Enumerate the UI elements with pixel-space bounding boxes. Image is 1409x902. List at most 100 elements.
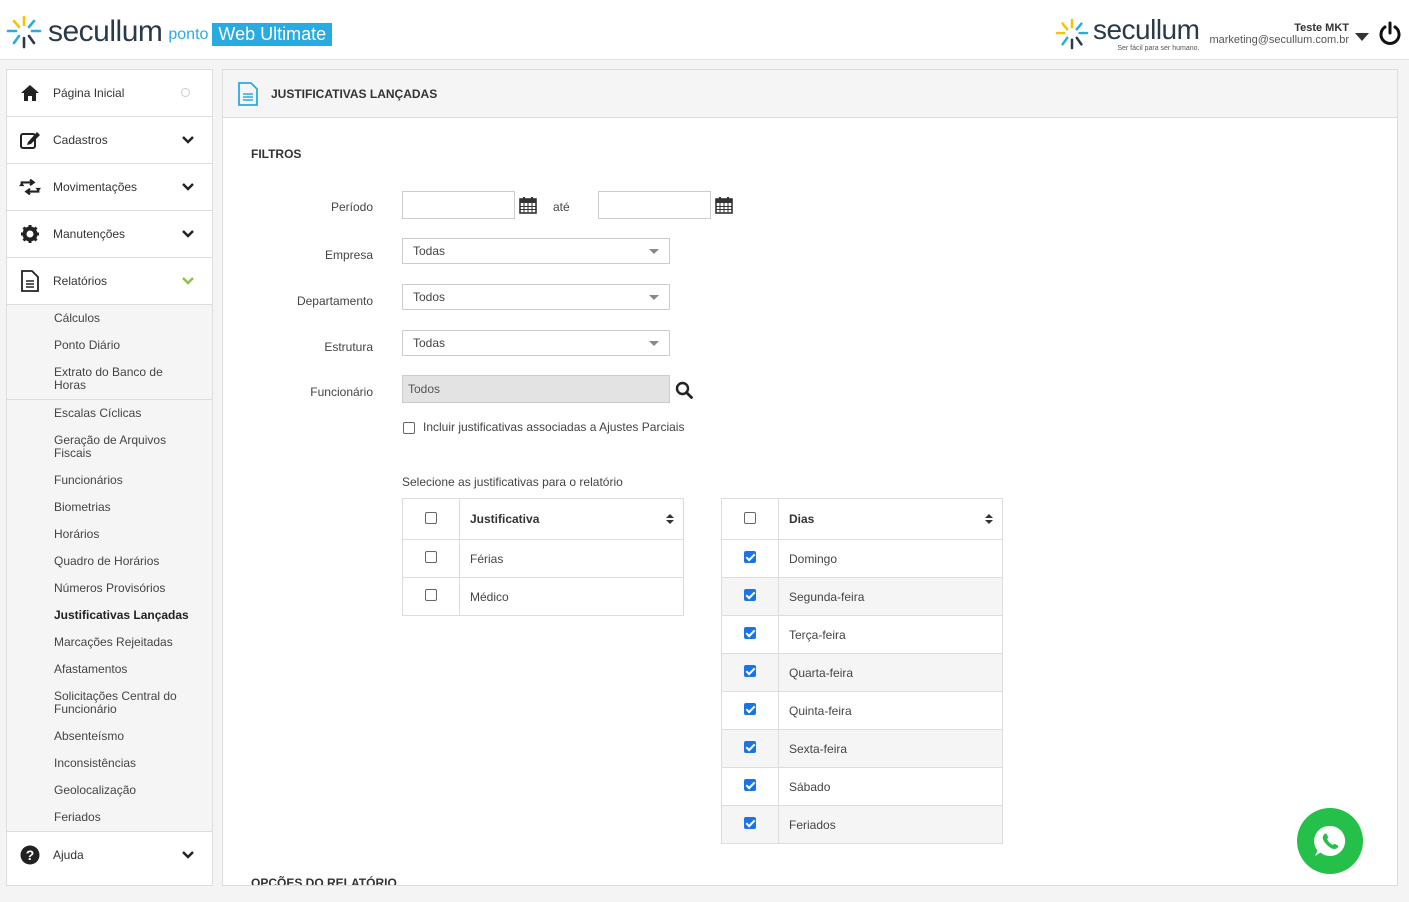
brand-name: secullum xyxy=(48,15,163,48)
justification-name: Médico xyxy=(459,577,684,616)
reports-submenu: Cálculos Ponto Diário Extrato do Banco d… xyxy=(7,305,212,831)
sidebar-item-label: Manutenções xyxy=(53,227,126,241)
column-header-dias[interactable]: Dias xyxy=(778,498,1003,540)
sidebar-item-ajuda[interactable]: ? Ajuda xyxy=(7,831,212,878)
row-checkbox[interactable] xyxy=(744,779,756,791)
select-all-justifications-checkbox[interactable] xyxy=(425,511,437,524)
sidebar-subitem-justificativas-lancadas[interactable]: Justificativas Lançadas xyxy=(7,602,212,629)
calendar-icon[interactable] xyxy=(715,196,733,214)
filters-title: FILTROS xyxy=(251,147,302,161)
sidebar-subitem-solicitacoes-central[interactable]: Solicitações Central do Funcionário xyxy=(7,683,177,723)
department-select[interactable]: Todos xyxy=(402,284,670,310)
sidebar-subitem-ponto-diario[interactable]: Ponto Diário xyxy=(7,332,212,359)
document-icon xyxy=(238,81,258,106)
sidebar-item-label: Ajuda xyxy=(53,848,84,862)
whatsapp-icon xyxy=(1314,825,1346,856)
user-email: marketing@secullum.com.br xyxy=(1209,34,1349,46)
table-row[interactable]: Feriados xyxy=(721,805,1003,844)
chevron-down-icon xyxy=(182,183,194,191)
select-all-days-checkbox[interactable] xyxy=(744,511,756,524)
whatsapp-button[interactable] xyxy=(1297,808,1363,874)
sidebar-item-home[interactable]: Página Inicial xyxy=(7,70,212,117)
sidebar-subitem-geracao-arquivos-fiscais[interactable]: Geração de Arquivos Fiscais xyxy=(7,427,177,467)
table-row[interactable]: Quarta-feira xyxy=(721,653,1003,692)
report-options-title: OPÇÕES DO RELATÓRIO xyxy=(251,876,397,886)
pin-icon[interactable] xyxy=(181,88,190,97)
select-all-cell xyxy=(402,498,460,540)
table-row[interactable]: Sexta-feira xyxy=(721,729,1003,768)
app-logo[interactable]: secullum ponto Web Ultimate xyxy=(6,14,333,50)
sidebar-subitem-escalas-ciclicas[interactable]: Escalas Cíclicas xyxy=(7,400,212,427)
table-row[interactable]: Sábado xyxy=(721,767,1003,806)
sort-icon[interactable] xyxy=(665,513,675,525)
product-name: ponto xyxy=(168,26,209,43)
sidebar-item-label: Movimentações xyxy=(53,180,138,194)
sidebar-subitem-funcionarios[interactable]: Funcionários xyxy=(7,467,212,494)
document-icon xyxy=(19,270,41,292)
period-start-input[interactable] xyxy=(402,191,515,219)
sidebar-subitem-afastamentos[interactable]: Afastamentos xyxy=(7,656,212,683)
row-checkbox[interactable] xyxy=(744,551,756,563)
row-checkbox[interactable] xyxy=(744,627,756,639)
row-checkbox[interactable] xyxy=(425,551,437,563)
sidebar-subitem-inconsistencias[interactable]: Inconsistências xyxy=(7,750,212,777)
period-end-input[interactable] xyxy=(598,191,711,219)
row-checkbox[interactable] xyxy=(425,589,437,601)
sidebar-subitem-quadro-horarios[interactable]: Quadro de Horários xyxy=(7,548,212,575)
days-table: Dias Domingo Segunda-feira Terça-feira Q… xyxy=(721,498,1003,844)
sidebar-item-manutencoes[interactable]: Manutenções xyxy=(7,211,212,258)
sidebar-item-movimentacoes[interactable]: Movimentações xyxy=(7,164,212,211)
structure-select[interactable]: Todas xyxy=(402,330,670,356)
sidebar-subitem-numeros-provisorios[interactable]: Números Provisórios xyxy=(7,575,212,602)
sidebar-subitem-biometrias[interactable]: Biometrias xyxy=(7,494,212,521)
page-title: JUSTIFICATIVAS LANÇADAS xyxy=(271,86,438,101)
home-icon xyxy=(19,82,41,104)
sidebar-subitem-extrato-banco-horas[interactable]: Extrato do Banco de Horas xyxy=(7,359,177,399)
dropdown-arrow-icon xyxy=(649,249,659,254)
gear-icon xyxy=(19,223,41,245)
table-row[interactable]: Férias xyxy=(402,539,684,578)
include-partial-checkbox[interactable] xyxy=(403,422,415,434)
row-checkbox[interactable] xyxy=(744,665,756,677)
search-icon[interactable] xyxy=(675,381,693,399)
sidebar-subitem-feriados[interactable]: Feriados xyxy=(7,804,212,831)
column-header-label: Dias xyxy=(789,512,815,526)
header-right: secullum Ser fácil para ser humano. Test… xyxy=(1055,14,1403,54)
sidebar-subitem-horarios[interactable]: Horários xyxy=(7,521,212,548)
table-row[interactable]: Domingo xyxy=(721,539,1003,578)
company-slogan: Ser fácil para ser humano. xyxy=(1117,45,1200,52)
sidebar-subitem-absenteismo[interactable]: Absenteísmo xyxy=(7,723,212,750)
table-row[interactable]: Médico xyxy=(402,577,684,616)
day-name: Feriados xyxy=(778,805,1003,844)
structure-label: Estrutura xyxy=(324,340,373,354)
period-label: Período xyxy=(330,200,373,214)
sort-icon[interactable] xyxy=(984,513,994,525)
user-info[interactable]: Teste MKT marketing@secullum.com.br xyxy=(1209,22,1349,46)
table-row[interactable]: Quinta-feira xyxy=(721,691,1003,730)
svg-text:?: ? xyxy=(26,847,35,863)
calendar-icon[interactable] xyxy=(519,196,537,214)
sidebar-subitem-calculos[interactable]: Cálculos xyxy=(7,305,212,332)
day-name: Sexta-feira xyxy=(778,729,1003,768)
row-checkbox[interactable] xyxy=(744,703,756,715)
include-partial-label: Incluir justificativas associadas a Ajus… xyxy=(423,420,685,434)
company-label: Empresa xyxy=(324,248,373,262)
chevron-down-icon xyxy=(182,136,194,144)
sidebar-item-relatorios[interactable]: Relatórios xyxy=(7,258,212,305)
power-icon[interactable] xyxy=(1377,21,1403,47)
row-checkbox[interactable] xyxy=(744,589,756,601)
company-select[interactable]: Todas xyxy=(402,238,670,264)
table-row[interactable]: Segunda-feira xyxy=(721,577,1003,616)
table-header-row: Dias xyxy=(721,498,1003,540)
user-menu-caret-icon[interactable] xyxy=(1355,33,1369,41)
sidebar-subitem-geolocalizacao[interactable]: Geolocalização xyxy=(7,777,212,804)
sidebar-item-cadastros[interactable]: Cadastros xyxy=(7,117,212,164)
sidebar-subitem-marcacoes-rejeitadas[interactable]: Marcações Rejeitadas xyxy=(7,629,212,656)
row-checkbox[interactable] xyxy=(744,741,756,753)
table-row[interactable]: Terça-feira xyxy=(721,615,1003,654)
row-checkbox[interactable] xyxy=(744,817,756,829)
column-header-justificativa[interactable]: Justificativa xyxy=(459,498,684,540)
edition-badge: Web Ultimate xyxy=(212,22,333,46)
sidebar-item-label: Relatórios xyxy=(53,274,108,288)
chevron-down-icon xyxy=(182,230,194,238)
